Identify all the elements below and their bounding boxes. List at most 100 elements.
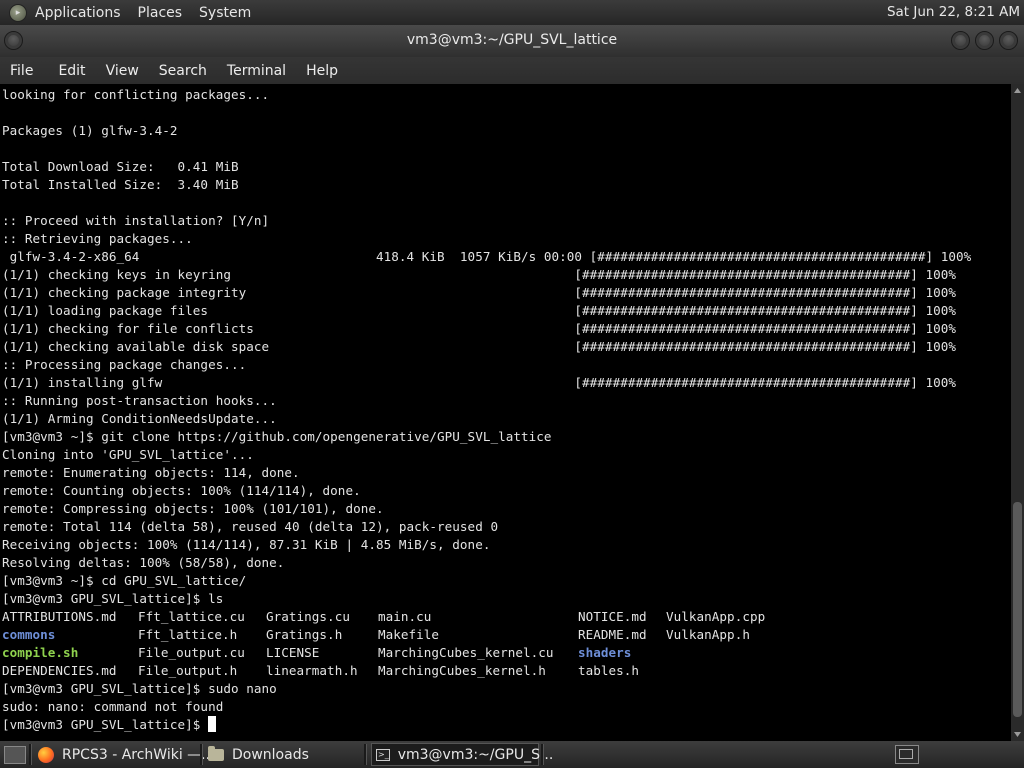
terminal-line: :: Running post-transaction hooks... — [2, 392, 971, 410]
terminal-text: VulkanApp.h — [666, 627, 750, 642]
menu-view[interactable]: View — [106, 63, 139, 79]
directory-entry: shaders — [578, 645, 632, 660]
terminal-text: [vm3@vm3 ~]$ cd GPU_SVL_lattice/ — [2, 573, 247, 588]
scroll-up-arrow-icon[interactable] — [1013, 86, 1022, 95]
maximize-button[interactable] — [975, 31, 994, 50]
menu-system[interactable]: System — [199, 5, 251, 21]
scrollbar-thumb[interactable] — [1013, 502, 1022, 717]
scroll-down-arrow-icon[interactable] — [1013, 730, 1022, 739]
taskbar-separator — [541, 744, 544, 765]
terminal-text: glfw-3.4-2-x86_64 418.4 KiB 1057 KiB/s 0… — [2, 249, 972, 264]
terminal-line: Total Download Size: 0.41 MiB — [2, 158, 971, 176]
terminal-line: (1/1) checking for file conflicts [#####… — [2, 320, 971, 338]
terminal-text: Total Download Size: 0.41 MiB — [2, 159, 239, 174]
folder-icon — [208, 745, 224, 761]
window-titlebar[interactable]: vm3@vm3:~/GPU_SVL_lattice — [0, 25, 1024, 57]
terminal-text: (1/1) Arming ConditionNeedsUpdate... — [2, 411, 277, 426]
terminal-text: (1/1) checking available disk space [###… — [2, 339, 957, 354]
terminal-line: DEPENDENCIES.md File_output.h linearmath.h… — [2, 662, 971, 680]
terminal-line: remote: Compressing objects: 100% (101/1… — [2, 500, 971, 518]
taskbar-item-firefox[interactable]: RPCS3 - ArchWiki —... — [38, 743, 215, 766]
terminal-text: Fft_lattice.h — [138, 627, 238, 642]
terminal-line: [vm3@vm3 ~]$ cd GPU_SVL_lattice/ — [2, 572, 971, 590]
terminal-text: (1/1) installing glfw [#################… — [2, 375, 957, 390]
terminal-text: [vm3@vm3 ~]$ git clone https://github.co… — [2, 429, 552, 444]
terminal-line: (1/1) loading package files [###########… — [2, 302, 971, 320]
terminal-text: Packages (1) glfw-3.4-2 — [2, 123, 178, 138]
terminal-line: :: Retrieving packages... — [2, 230, 971, 248]
terminal-text: Cloning into 'GPU_SVL_lattice'... — [2, 447, 254, 462]
terminal-text: [vm3@vm3 GPU_SVL_lattice]$ — [2, 717, 209, 732]
terminal-text: Receiving objects: 100% (114/114), 87.31… — [2, 537, 491, 552]
terminal-line: (1/1) checking package integrity [######… — [2, 284, 971, 302]
workspace-switcher[interactable] — [895, 743, 919, 766]
taskbar-separator — [364, 744, 367, 765]
bottom-taskbar: RPCS3 - ArchWiki —... Downloads >_ vm3@v… — [0, 741, 1024, 768]
terminal-line: ATTRIBUTIONS.md Fft_lattice.cu Gratings.cu… — [2, 608, 971, 626]
firefox-icon — [38, 746, 54, 763]
terminal-text: Resolving deltas: 100% (58/58), done. — [2, 555, 285, 570]
terminal-line: :: Processing package changes... — [2, 356, 971, 374]
terminal-text: :: Processing package changes... — [2, 357, 247, 372]
executable-entry: compile.sh — [2, 645, 79, 660]
terminal-text: (1/1) checking keys in keyring [########… — [2, 267, 957, 282]
terminal-line: (1/1) checking keys in keyring [########… — [2, 266, 971, 284]
terminal-line: [vm3@vm3 GPU_SVL_lattice]$ ls — [2, 590, 971, 608]
menu-terminal[interactable]: Terminal — [227, 63, 286, 79]
terminal-line: commons Fft_lattice.h Gratings.h Makefile RE… — [2, 626, 971, 644]
show-desktop-button[interactable] — [4, 743, 26, 766]
terminal-line: compile.sh File_output.cu LICENSE MarchingC… — [2, 644, 971, 662]
terminal-text: tables.h — [578, 663, 640, 678]
menu-search[interactable]: Search — [159, 63, 207, 79]
terminal-text: remote: Total 114 (delta 58), reused 40 … — [2, 519, 499, 534]
terminal-text: MarchingCubes_kernel.cu — [378, 645, 554, 660]
terminal-icon: >_ — [376, 748, 390, 761]
terminal-output[interactable]: looking for conflicting packages... Packa… — [0, 84, 1011, 741]
terminal-text: (1/1) loading package files [###########… — [2, 303, 957, 318]
terminal-text: remote: Enumerating objects: 114, done. — [2, 465, 300, 480]
terminal-line: looking for conflicting packages... — [2, 86, 971, 104]
terminal-line: glfw-3.4-2-x86_64 418.4 KiB 1057 KiB/s 0… — [2, 248, 972, 266]
terminal-lines: looking for conflicting packages... Packa… — [2, 86, 971, 734]
terminal-line: [vm3@vm3 GPU_SVL_lattice]$ sudo nano — [2, 680, 971, 698]
terminal-text: sudo: nano: command not found — [2, 699, 224, 714]
terminal-text: linearmath.h — [266, 663, 358, 678]
terminal-text: File_output.h — [138, 663, 238, 678]
minimize-button[interactable] — [951, 31, 970, 50]
taskbar-item-label: RPCS3 - ArchWiki —... — [62, 746, 215, 763]
terminal-text: ATTRIBUTIONS.md — [2, 609, 117, 624]
clock[interactable]: Sat Jun 22, 8:21 AM — [887, 4, 1020, 20]
terminal-text: remote: Compressing objects: 100% (101/1… — [2, 501, 384, 516]
terminal-text: looking for conflicting packages... — [2, 87, 270, 102]
terminal-line: Receiving objects: 100% (114/114), 87.31… — [2, 536, 971, 554]
taskbar-item-terminal[interactable]: >_ vm3@vm3:~/GPU_S... — [371, 743, 553, 766]
menu-applications[interactable]: Applications — [35, 5, 121, 21]
terminal-text: (1/1) checking package integrity [######… — [2, 285, 957, 300]
menu-edit[interactable]: Edit — [58, 63, 85, 79]
terminal-text: :: Running post-transaction hooks... — [2, 393, 277, 408]
terminal-text: Makefile — [378, 627, 440, 642]
close-button[interactable] — [999, 31, 1018, 50]
gnome-foot-icon[interactable]: ▸ — [9, 3, 27, 22]
terminal-text: VulkanApp.cpp — [666, 609, 766, 624]
taskbar-item-downloads[interactable]: Downloads — [208, 743, 309, 766]
terminal-line: (1/1) checking available disk space [###… — [2, 338, 971, 356]
terminal-text: LICENSE — [266, 645, 320, 660]
terminal-text: Gratings.cu — [266, 609, 350, 624]
menu-file[interactable]: File — [10, 63, 33, 79]
terminal-menubar: File Edit View Search Terminal Help — [0, 57, 1024, 84]
window-title: vm3@vm3:~/GPU_SVL_lattice — [406, 32, 618, 48]
vertical-scrollbar[interactable] — [1011, 84, 1024, 741]
menu-places[interactable]: Places — [138, 5, 183, 21]
terminal-line: remote: Total 114 (delta 58), reused 40 … — [2, 518, 971, 536]
directory-entry: commons — [2, 627, 56, 642]
terminal-text: README.md — [578, 627, 647, 642]
terminal-text: Total Installed Size: 3.40 MiB — [2, 177, 239, 192]
terminal-line: sudo: nano: command not found — [2, 698, 971, 716]
menu-help[interactable]: Help — [306, 63, 338, 79]
terminal-line: Packages (1) glfw-3.4-2 — [2, 122, 971, 140]
terminal-line: (1/1) Arming ConditionNeedsUpdate... — [2, 410, 971, 428]
